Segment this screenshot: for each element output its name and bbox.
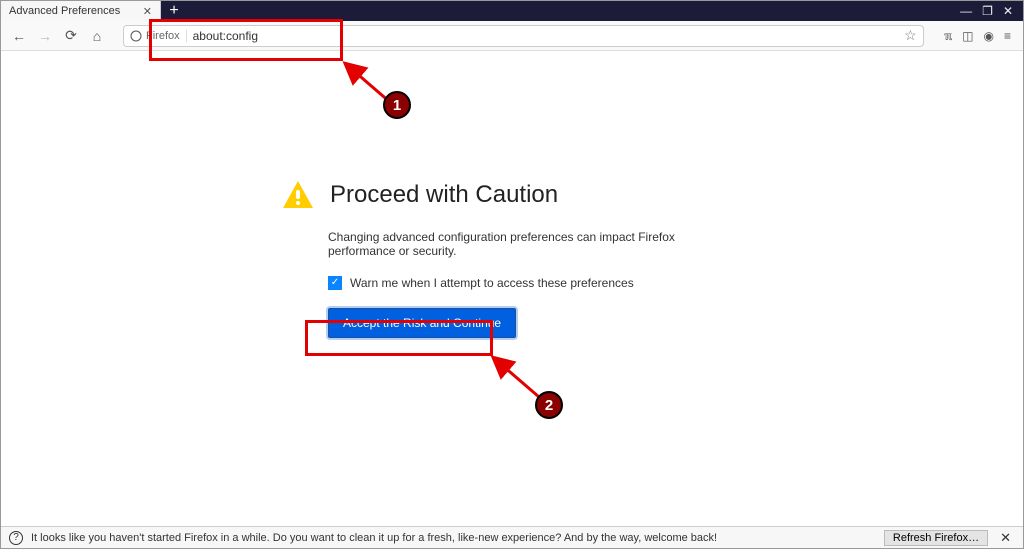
browser-tab[interactable]: Advanced Preferences ✕ xyxy=(1,1,161,21)
titlebar: Advanced Preferences ✕ + — ❐ ✕ xyxy=(1,1,1023,21)
url-bar[interactable]: Firefox ☆ xyxy=(123,25,924,47)
account-icon[interactable]: ◉ xyxy=(984,29,994,43)
warning-description: Changing advanced configuration preferen… xyxy=(328,230,742,258)
firefox-icon xyxy=(130,30,142,42)
close-window-icon[interactable]: ✕ xyxy=(1003,4,1013,18)
warning-triangle-icon xyxy=(282,180,314,210)
checkbox-label: Warn me when I attempt to access these p… xyxy=(350,276,634,290)
identity-label: Firefox xyxy=(146,30,180,42)
notification-text: It looks like you haven't started Firefo… xyxy=(31,532,717,544)
notification-bar: ? It looks like you haven't started Fire… xyxy=(1,526,1023,548)
toolbar-right: ℼ ◫ ◉ ≡ xyxy=(940,29,1015,43)
refresh-firefox-button[interactable]: Refresh Firefox… xyxy=(884,530,988,546)
url-input[interactable] xyxy=(193,29,899,43)
maximize-icon[interactable]: ❐ xyxy=(982,4,993,18)
accept-risk-button[interactable]: Accept the Risk and Continue xyxy=(328,308,516,338)
back-button[interactable]: ← xyxy=(9,26,29,46)
minimize-icon[interactable]: — xyxy=(960,4,972,18)
forward-button: → xyxy=(35,26,55,46)
notification-close-icon[interactable]: ✕ xyxy=(996,530,1015,546)
page-content: Proceed with Caution Changing advanced c… xyxy=(1,51,1023,526)
navbar: ← → ⟳ ⌂ Firefox ☆ ℼ ◫ ◉ ≡ xyxy=(1,21,1023,51)
window-controls: — ❐ ✕ xyxy=(960,1,1023,21)
tab-title: Advanced Preferences xyxy=(9,5,120,17)
sidebar-icon[interactable]: ◫ xyxy=(962,29,973,43)
menu-icon[interactable]: ≡ xyxy=(1004,29,1011,43)
new-tab-button[interactable]: + xyxy=(161,1,187,21)
library-icon[interactable]: ℼ xyxy=(944,29,952,43)
tab-close-icon[interactable]: ✕ xyxy=(143,5,152,18)
checkbox-icon[interactable]: ✓ xyxy=(328,276,342,290)
warning-heading: Proceed with Caution xyxy=(330,181,558,209)
warning-card: Proceed with Caution Changing advanced c… xyxy=(282,180,742,338)
reload-button[interactable]: ⟳ xyxy=(61,26,81,46)
identity-box[interactable]: Firefox xyxy=(130,30,187,42)
bookmark-star-icon[interactable]: ☆ xyxy=(904,27,917,44)
info-icon: ? xyxy=(9,531,23,545)
home-button[interactable]: ⌂ xyxy=(87,26,107,46)
warn-checkbox-row[interactable]: ✓ Warn me when I attempt to access these… xyxy=(328,276,742,290)
